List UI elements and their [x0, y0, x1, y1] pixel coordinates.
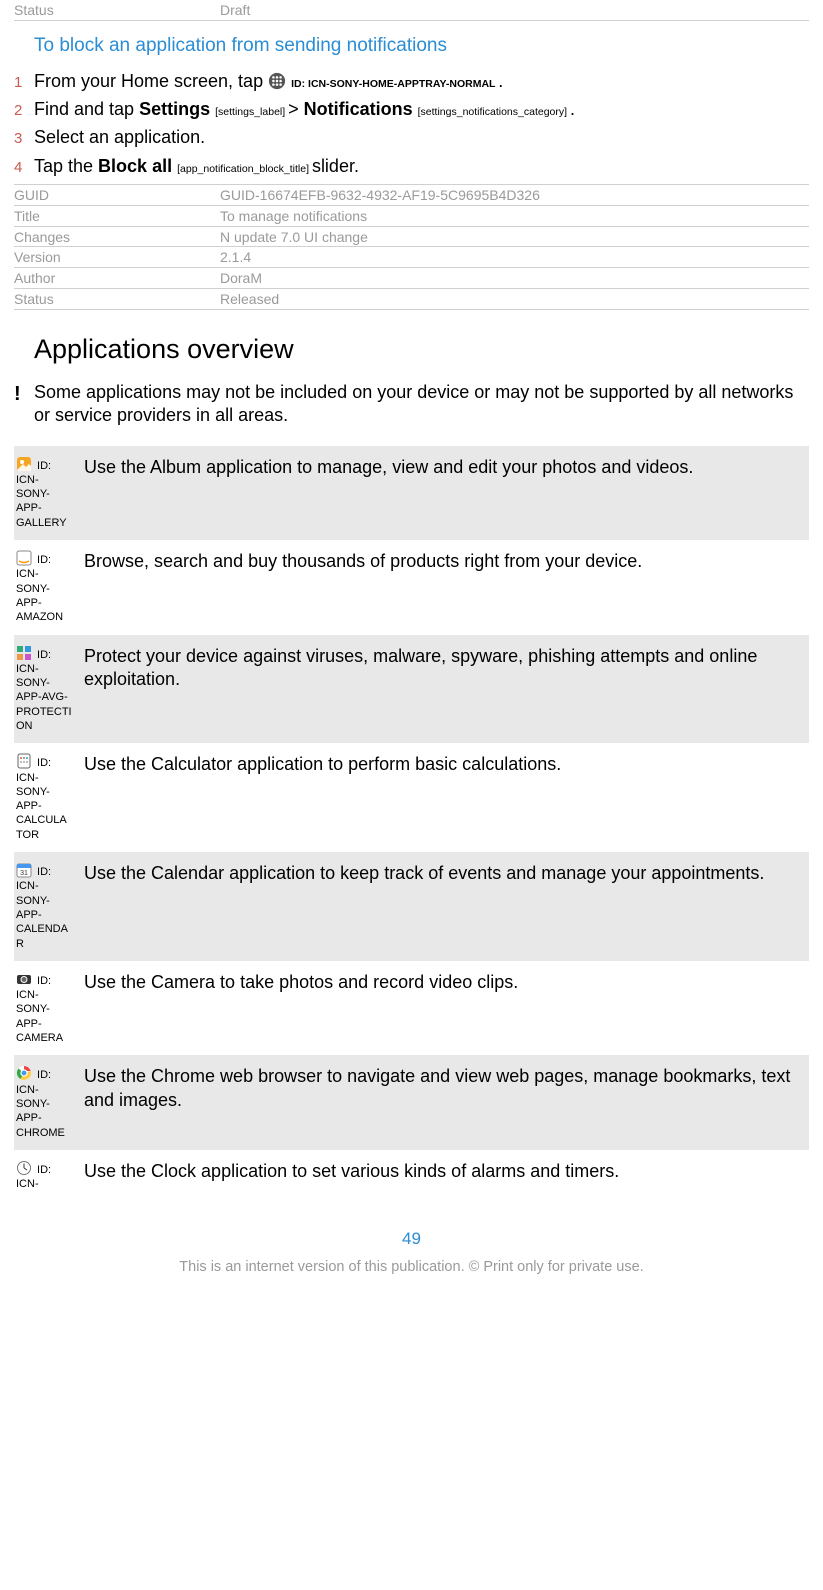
step-tiny: [app_notification_block_title] [177, 163, 312, 175]
step-bold: Notifications [304, 99, 413, 119]
icon-id-label: ID: ICN-SONY-HOME-APPTRAY-NORMAL [291, 78, 498, 90]
step-number: 2 [14, 101, 34, 121]
app-desc: Use the Calendar application to keep tra… [78, 852, 809, 961]
table-row: ID: ICN-SONY-APP-CHROME Use the Chrome w… [14, 1055, 809, 1149]
section-heading: To block an application from sending not… [34, 35, 809, 57]
camera-icon [16, 971, 32, 987]
calculator-icon [16, 753, 32, 769]
meta-val: 2.1.4 [220, 249, 809, 266]
meta-row: GUID GUID-16674EFB-9632-4932-AF19-5C9695… [14, 185, 809, 206]
page-number: 49 [14, 1229, 809, 1249]
step-number: 3 [14, 129, 34, 149]
step-text: > [288, 99, 304, 119]
meta-row: Version 2.1.4 [14, 247, 809, 268]
step-text: Tap the [34, 156, 98, 176]
apps-table: ID: ICN-SONY-APP-GALLERY Use the Album a… [14, 446, 809, 1202]
meta-key: Status [14, 291, 220, 308]
table-row: 31 ID: ICN-SONY-APP-CALENDAR Use the Cal… [14, 852, 809, 961]
app-desc: Protect your device against viruses, mal… [78, 635, 809, 744]
step-tiny: [settings_label] [215, 106, 288, 118]
apptray-icon [268, 72, 286, 90]
meta-key: Title [14, 208, 220, 225]
meta-row: Author DoraM [14, 268, 809, 289]
note-body: Some applications may not be included on… [34, 381, 809, 428]
step-3: 3 Select an application. [14, 123, 809, 151]
meta-key: Version [14, 249, 220, 266]
step-number: 1 [14, 73, 34, 93]
step-tiny: [settings_notifications_category] [418, 106, 570, 118]
step-text: From your Home screen, tap [34, 71, 268, 91]
meta-row-status: Status Draft [14, 0, 809, 21]
icon-id-label: ID: ICN-SONY-APP-CALCULATOR [16, 757, 67, 840]
metadata-block: GUID GUID-16674EFB-9632-4932-AF19-5C9695… [14, 184, 809, 310]
meta-val: DoraM [220, 270, 809, 287]
app-desc: Use the Camera to take photos and record… [78, 961, 809, 1055]
step-bold: Block all [98, 156, 172, 176]
step-text: . [498, 71, 503, 91]
clock-icon [16, 1160, 32, 1176]
table-row: ID: ICN-SONY-APP-AVG-PROTECTION Protect … [14, 635, 809, 744]
meta-val: GUID-16674EFB-9632-4932-AF19-5C9695B4D32… [220, 187, 809, 204]
calendar-icon: 31 [16, 862, 32, 878]
step-4: 4 Tap the Block all [app_notification_bl… [14, 152, 809, 180]
step-1: 1 From your Home screen, tap ID: ICN-SON… [14, 67, 809, 95]
meta-key: Author [14, 270, 220, 287]
app-desc: Use the Chrome web browser to navigate a… [78, 1055, 809, 1149]
table-row: ID: ICN-SONY-APP-CAMERA Use the Camera t… [14, 961, 809, 1055]
table-row: ID: ICN- Use the Clock application to se… [14, 1150, 809, 1202]
step-number: 4 [14, 158, 34, 178]
amazon-icon [16, 550, 32, 566]
steps-list: 1 From your Home screen, tap ID: ICN-SON… [14, 67, 809, 180]
meta-key: Changes [14, 229, 220, 246]
step-bold: Settings [139, 99, 210, 119]
step-text: . [570, 99, 575, 119]
app-desc: Use the Clock application to set various… [78, 1150, 809, 1202]
icon-id-label: ID: ICN-SONY-APP-CALENDAR [16, 866, 68, 949]
meta-key: Status [14, 2, 220, 19]
meta-key: GUID [14, 187, 220, 204]
meta-val: N update 7.0 UI change [220, 229, 809, 246]
app-desc: Use the Album application to manage, vie… [78, 446, 809, 540]
gallery-icon [16, 456, 32, 472]
meta-val: To manage notifications [220, 208, 809, 225]
meta-row: Status Released [14, 289, 809, 310]
table-row: ID: ICN-SONY-APP-GALLERY Use the Album a… [14, 446, 809, 540]
app-desc: Use the Calculator application to perfor… [78, 743, 809, 852]
meta-row: Changes N update 7.0 UI change [14, 227, 809, 248]
apps-overview-heading: Applications overview [34, 334, 809, 365]
step-text: Select an application. [34, 125, 809, 149]
step-2: 2 Find and tap Settings [settings_label]… [14, 95, 809, 123]
table-row: ID: ICN-SONY-APP-AMAZON Browse, search a… [14, 540, 809, 634]
chrome-icon [16, 1065, 32, 1081]
step-text: slider. [312, 156, 359, 176]
icon-id-label: ID: ICN-SONY-APP-AVG-PROTECTION [16, 649, 72, 732]
step-text: Find and tap [34, 99, 139, 119]
avg-icon [16, 645, 32, 661]
important-icon: ! [14, 381, 34, 428]
apps-note: ! Some applications may not be included … [14, 381, 809, 428]
meta-val: Draft [220, 2, 809, 19]
meta-row: Title To manage notifications [14, 206, 809, 227]
footer-text: This is an internet version of this publ… [14, 1259, 809, 1291]
meta-val: Released [220, 291, 809, 308]
svg-text:31: 31 [20, 870, 28, 877]
app-desc: Browse, search and buy thousands of prod… [78, 540, 809, 634]
table-row: ID: ICN-SONY-APP-CALCULATOR Use the Calc… [14, 743, 809, 852]
